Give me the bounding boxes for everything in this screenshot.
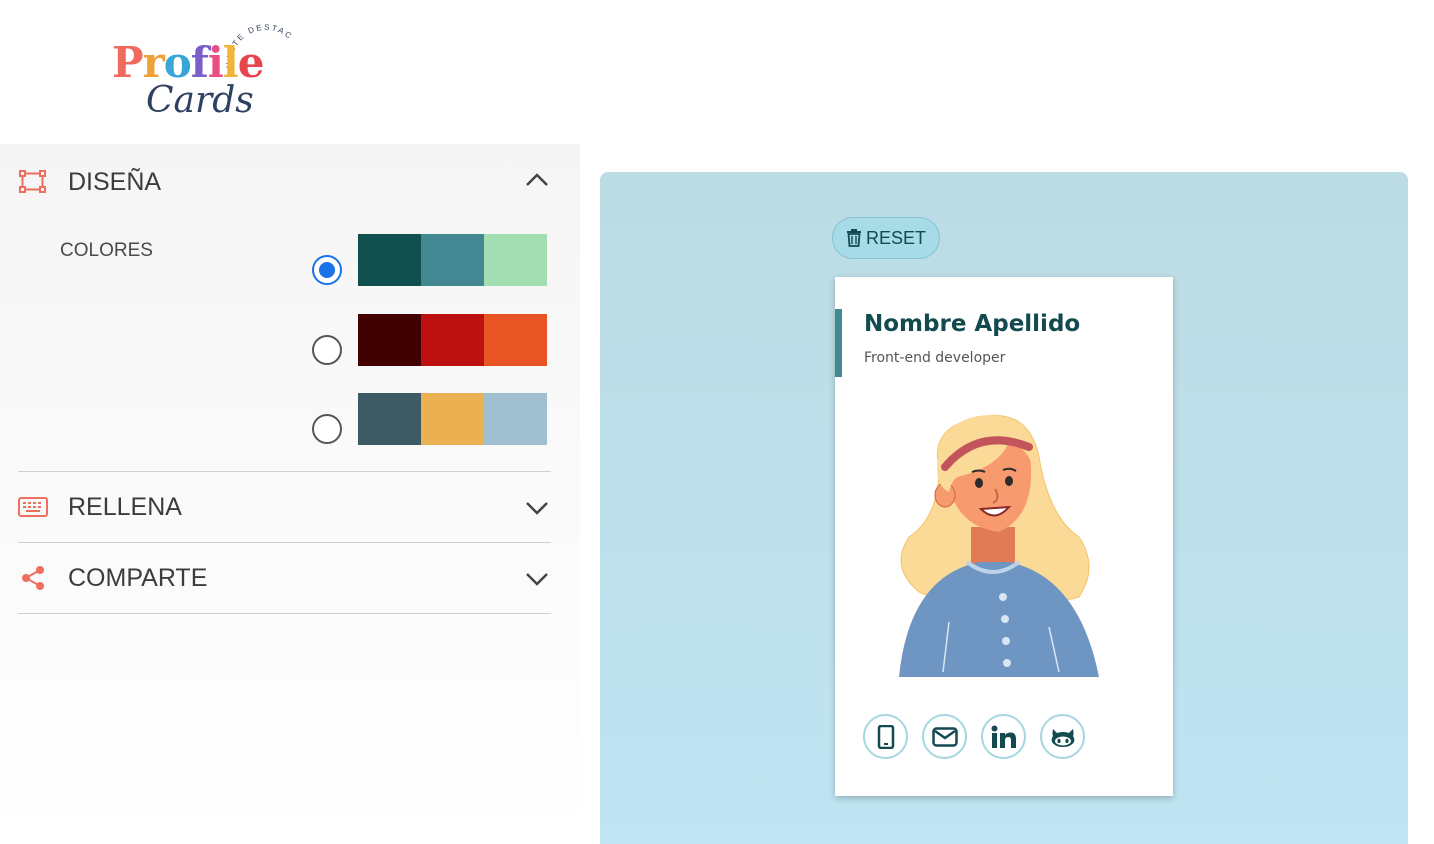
reset-label: RESET bbox=[865, 227, 926, 248]
share-section: COMPARTE bbox=[18, 543, 551, 613]
avatar-illustration bbox=[899, 414, 1099, 677]
swatch bbox=[421, 393, 484, 445]
palette-radio-3[interactable] bbox=[312, 414, 342, 444]
github-icon[interactable] bbox=[1040, 714, 1085, 759]
palette-swatches-1[interactable] bbox=[358, 234, 547, 286]
profile-cards-logo[interactable]: HAZTE DESTACAR! Profile Cards bbox=[100, 10, 310, 130]
card-name: Nombre Apellido bbox=[864, 311, 1081, 337]
palette-option-3[interactable] bbox=[312, 393, 547, 445]
swatch bbox=[421, 234, 484, 286]
colors-label: COLORES bbox=[60, 240, 153, 261]
logo-letter: P bbox=[112, 38, 144, 87]
reset-button[interactable]: RESET bbox=[832, 217, 940, 259]
design-section-title: DISEÑA bbox=[68, 167, 162, 196]
social-links bbox=[863, 714, 1085, 759]
share-section-header[interactable]: COMPARTE bbox=[18, 543, 551, 613]
fill-section-title: RELLENA bbox=[68, 492, 182, 521]
keyboard-icon bbox=[18, 492, 48, 522]
phone-icon[interactable] bbox=[863, 714, 908, 759]
swatch bbox=[484, 393, 547, 445]
share-icon bbox=[18, 563, 48, 593]
editor-panel: DISEÑA COLORES RELLENA COMPARTE bbox=[0, 144, 580, 844]
palette-radio-1[interactable] bbox=[312, 255, 342, 285]
linkedin-icon[interactable] bbox=[981, 714, 1026, 759]
chevron-down-icon[interactable] bbox=[523, 565, 551, 593]
swatch bbox=[484, 314, 547, 366]
divider bbox=[18, 613, 551, 614]
swatch bbox=[358, 234, 421, 286]
profile-card: Nombre Apellido Front-end developer bbox=[835, 277, 1173, 796]
palette-radio-2[interactable] bbox=[312, 335, 342, 365]
palette-option-2[interactable] bbox=[312, 314, 547, 366]
fill-section: RELLENA bbox=[18, 472, 551, 542]
design-section: DISEÑA COLORES bbox=[18, 144, 551, 472]
design-section-header[interactable]: DISEÑA bbox=[18, 144, 551, 220]
logo-script: Cards bbox=[146, 80, 254, 121]
email-icon[interactable] bbox=[922, 714, 967, 759]
chevron-up-icon[interactable] bbox=[523, 166, 551, 194]
swatch bbox=[358, 314, 421, 366]
palette-option-1[interactable] bbox=[312, 234, 547, 286]
preview-panel: RESET Nombre Apellido Front-end develope… bbox=[600, 172, 1408, 844]
swatch bbox=[421, 314, 484, 366]
trash-icon bbox=[846, 229, 861, 247]
swatch bbox=[484, 234, 547, 286]
share-section-title: COMPARTE bbox=[68, 563, 208, 592]
chevron-down-icon[interactable] bbox=[523, 494, 551, 522]
design-icon bbox=[18, 167, 48, 197]
fill-section-header[interactable]: RELLENA bbox=[18, 472, 551, 542]
header: HAZTE DESTACAR! Profile Cards bbox=[0, 0, 1434, 144]
card-job: Front-end developer bbox=[864, 350, 1006, 366]
card-accent-bar bbox=[835, 309, 842, 377]
palette-swatches-2[interactable] bbox=[358, 314, 547, 366]
palette-swatches-3[interactable] bbox=[358, 393, 547, 445]
swatch bbox=[358, 393, 421, 445]
